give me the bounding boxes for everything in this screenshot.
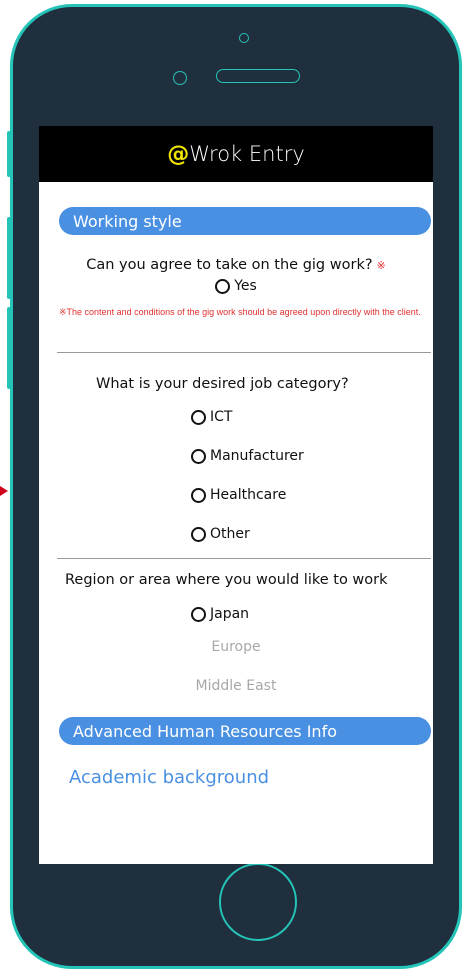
- required-mark: ※: [376, 259, 386, 272]
- section-label: Working style: [73, 211, 182, 231]
- radio-icon[interactable]: [191, 606, 206, 622]
- question-job-category: What is your desired job category?: [96, 376, 349, 392]
- option-yes[interactable]: Yes: [39, 278, 433, 294]
- radio-icon[interactable]: [191, 487, 206, 503]
- divider: [57, 352, 431, 353]
- gig-work-note: ※The content and conditions of the gig w…: [59, 307, 421, 317]
- option-other[interactable]: Other: [39, 526, 433, 542]
- section-label: Advanced Human Resources Info: [73, 721, 337, 741]
- option-label: Japan: [210, 606, 250, 622]
- title-bar: @ Wrok Entry: [39, 126, 433, 182]
- volume-down-button: [7, 307, 12, 389]
- option-japan[interactable]: Japan: [39, 606, 433, 622]
- academic-background-heading: Academic background: [69, 767, 270, 788]
- option-europe[interactable]: Europe: [39, 639, 433, 655]
- volume-up-button: [7, 217, 12, 299]
- question-gig-work: Can you agree to take on the gig work? ※: [39, 257, 433, 273]
- home-button[interactable]: [219, 863, 297, 941]
- radio-icon[interactable]: [191, 409, 206, 425]
- option-healthcare[interactable]: Healthcare: [39, 487, 433, 503]
- front-camera: [239, 33, 249, 43]
- radio-icon[interactable]: [215, 278, 231, 294]
- option-label: Manufacturer: [210, 448, 304, 464]
- page-title: Wrok Entry: [189, 142, 305, 166]
- option-ict[interactable]: ICT: [39, 409, 433, 425]
- mute-switch: [7, 131, 12, 177]
- option-label: Other: [210, 526, 250, 542]
- section-header-advanced-hr: Advanced Human Resources Info: [59, 717, 431, 745]
- option-label: ICT: [210, 409, 233, 425]
- at-logo-icon: @: [167, 141, 190, 167]
- divider: [57, 558, 431, 559]
- section-header-working-style: Working style: [59, 207, 431, 235]
- question-text: Can you agree to take on the gig work?: [86, 257, 373, 273]
- app-screen: @ Wrok Entry Working style Can you agree…: [39, 126, 433, 864]
- question-region: Region or area where you would like to w…: [65, 572, 388, 588]
- option-label: Healthcare: [210, 487, 287, 503]
- radio-icon[interactable]: [191, 448, 206, 464]
- option-label: Yes: [234, 278, 257, 294]
- earpiece-speaker: [216, 69, 300, 83]
- proximity-sensor: [173, 71, 187, 85]
- radio-icon[interactable]: [191, 526, 206, 542]
- red-arrow-marker: [0, 486, 8, 496]
- option-middle-east[interactable]: Middle East: [39, 678, 433, 694]
- option-manufacturer[interactable]: Manufacturer: [39, 448, 433, 464]
